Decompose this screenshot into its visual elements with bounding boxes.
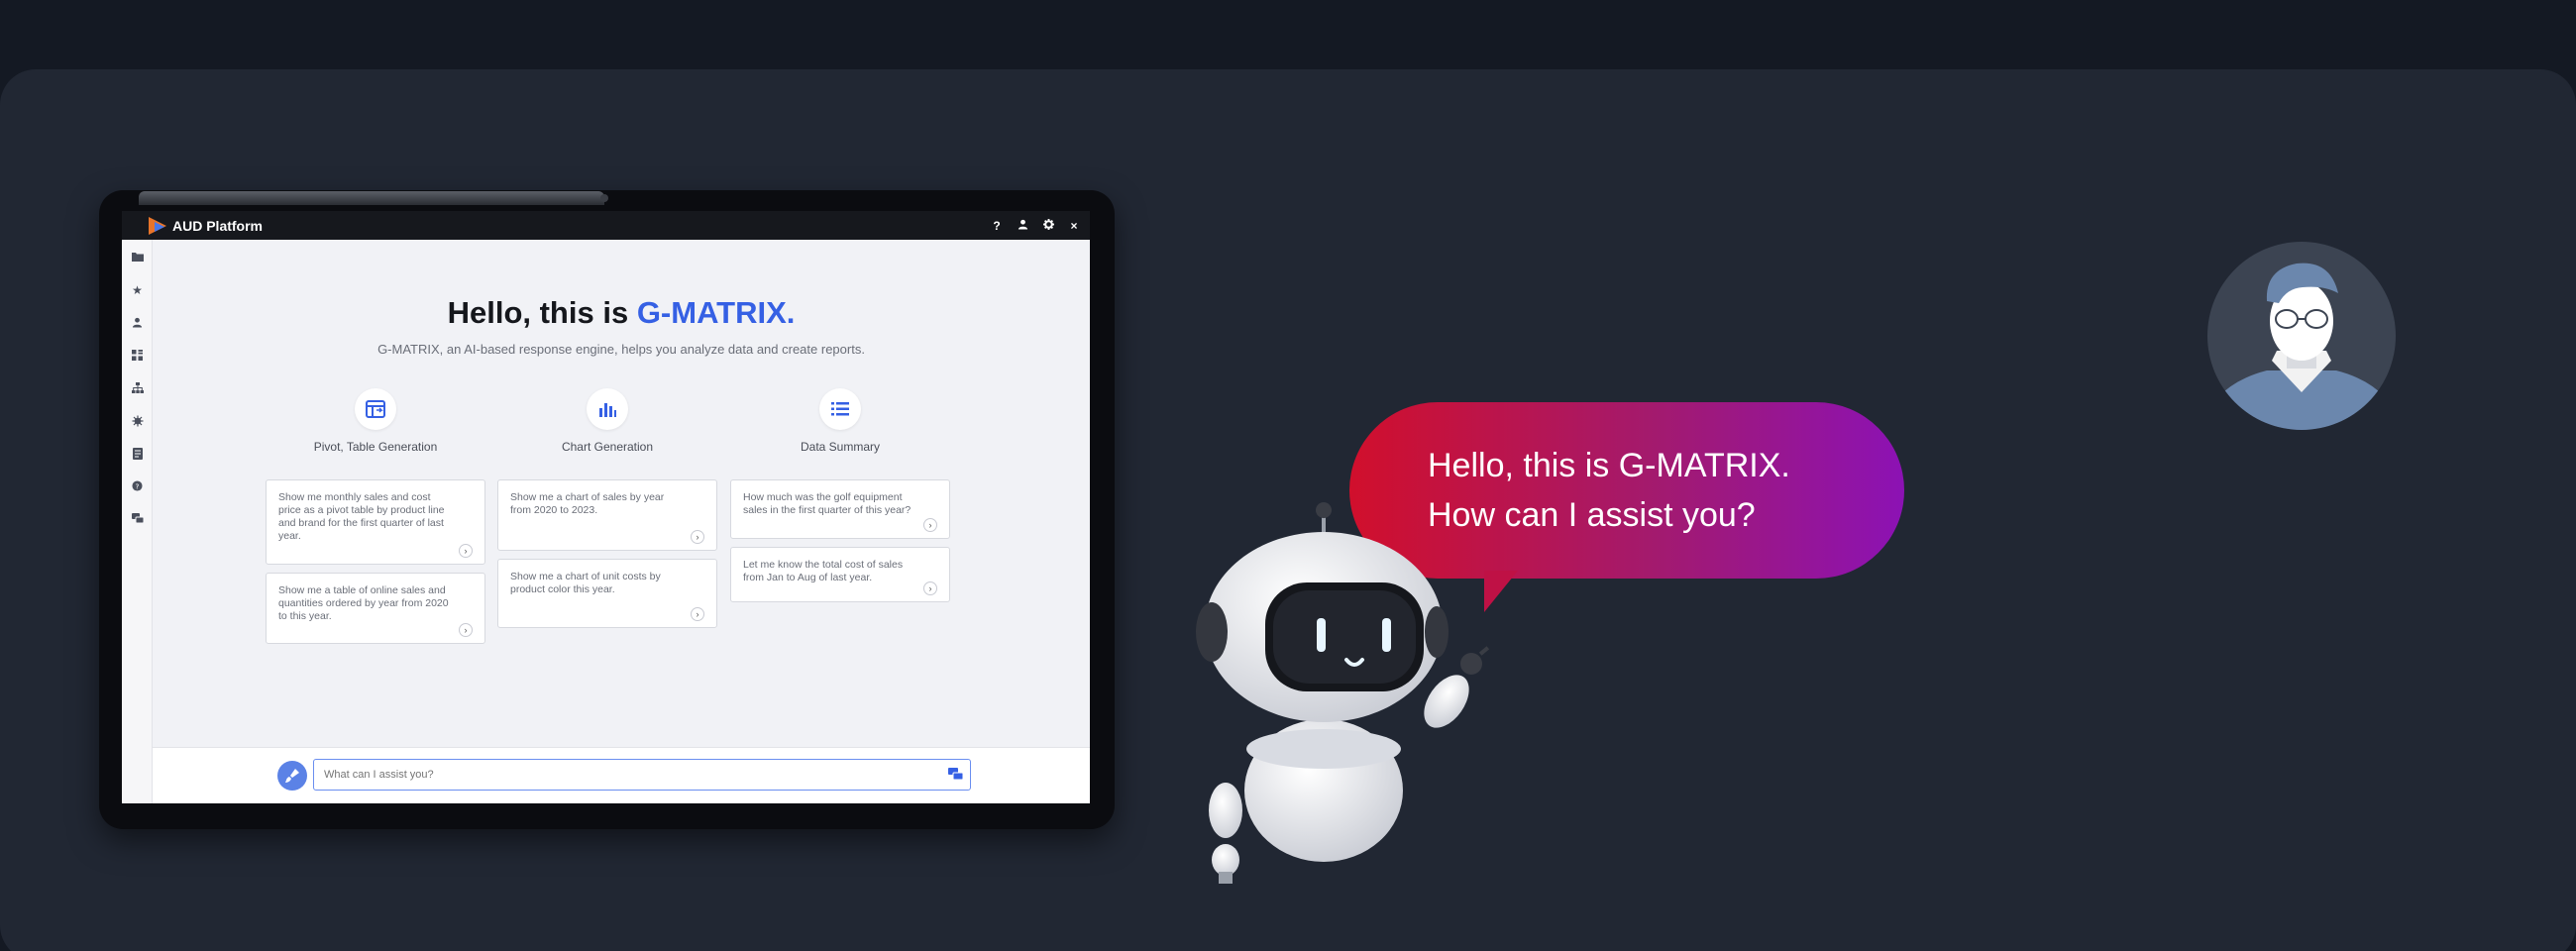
robot-illustration — [1196, 502, 1490, 884]
chevron-right-icon[interactable]: › — [459, 623, 473, 637]
prompt-input[interactable] — [313, 759, 971, 791]
svg-text:?: ? — [136, 481, 140, 490]
suggestion-card[interactable]: Show me a chart of unit costs by product… — [497, 559, 717, 628]
pivot-table-icon — [355, 388, 396, 430]
suggestion-card[interactable]: Let me know the total cost of sales from… — [730, 547, 950, 602]
prompt-bar — [153, 747, 1090, 803]
chevron-right-icon[interactable]: › — [459, 544, 473, 558]
user-avatar — [2207, 242, 2396, 430]
report-icon[interactable] — [131, 448, 144, 461]
chevron-right-icon[interactable]: › — [923, 518, 937, 532]
folder-icon[interactable] — [131, 252, 144, 264]
star-icon[interactable]: ★ — [131, 284, 144, 297]
category-data-summary: Data Summary How much was the golf equip… — [730, 388, 950, 602]
category-label: Pivot, Table Generation — [313, 440, 438, 454]
category-label: Data Summary — [800, 440, 881, 454]
page-title: Hello, this is G-MATRIX. — [447, 295, 796, 330]
close-icon[interactable]: × — [1068, 219, 1080, 233]
title-bar: AUD Platform ? × — [122, 211, 1090, 240]
org-chart-icon[interactable] — [131, 382, 144, 395]
app-logo-icon — [149, 216, 168, 235]
suggestion-card[interactable]: Show me a chart of sales by year from 20… — [497, 479, 717, 551]
app-screen: AUD Platform ? × ★ ? Hello, this is G-MA… — [122, 211, 1090, 803]
category-chart: Chart Generation Show me a chart of sale… — [497, 388, 717, 628]
clear-chat-button[interactable] — [277, 761, 307, 791]
suggestion-card[interactable]: How much was the golf equipment sales in… — [730, 479, 950, 539]
user-icon[interactable] — [1017, 219, 1028, 233]
tablet-camera — [600, 194, 608, 202]
chat-icon[interactable] — [131, 513, 144, 526]
shield-icon[interactable]: ? — [131, 480, 144, 493]
brand-name: G-MATRIX. — [636, 295, 796, 330]
suggestion-card[interactable]: Show me a table of online sales and quan… — [266, 573, 485, 644]
chevron-right-icon[interactable]: › — [923, 581, 937, 595]
suggestion-card[interactable]: Show me monthly sales and cost price as … — [266, 479, 485, 565]
sidebar: ★ ? — [122, 240, 153, 803]
grid-icon[interactable] — [131, 350, 144, 363]
list-icon — [819, 388, 861, 430]
help-icon[interactable]: ? — [991, 219, 1003, 233]
chat-send-icon[interactable] — [948, 768, 963, 781]
tablet-top-edge — [139, 191, 604, 205]
chevron-right-icon[interactable]: › — [691, 607, 704, 621]
bar-chart-icon — [587, 388, 628, 430]
category-pivot-table: Pivot, Table Generation Show me monthly … — [266, 388, 485, 644]
chevron-right-icon[interactable]: › — [691, 530, 704, 544]
user-icon[interactable] — [131, 317, 144, 330]
main-content: Hello, this is G-MATRIX. G-MATRIX, an AI… — [153, 240, 1090, 747]
category-label: Chart Generation — [561, 440, 654, 454]
bug-icon[interactable] — [131, 415, 144, 428]
page-subtitle: G-MATRIX, an AI-based response engine, h… — [377, 342, 865, 357]
app-title: AUD Platform — [172, 217, 264, 234]
gear-icon[interactable] — [1042, 218, 1054, 233]
